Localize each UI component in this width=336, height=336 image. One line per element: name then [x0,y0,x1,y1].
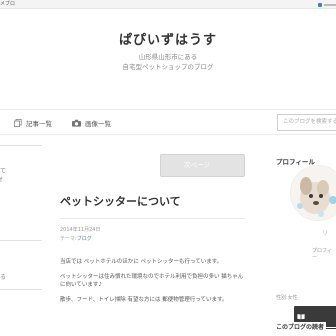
account-icon [318,3,322,7]
topbar-account-menu[interactable] [316,2,336,8]
divider [0,289,42,290]
post-theme-label: テーマ: [60,236,77,242]
blog-readers-heading: このブログの読者 [276,322,327,331]
post-body: 当店では ペットホテルのほかに ペットシッターも行っています。 ペットシッターは… [60,258,250,311]
divider [60,218,245,219]
post-paragraph: 当店では ペットホテルのほかに ペットシッターも行っています。 [60,259,223,265]
top-bar: メブロ [0,0,336,9]
divider [0,145,42,146]
blog-description: 山形県山形市にある 自宅型ペットショップのブログ [0,52,336,72]
camera-icon [72,119,81,127]
blog-nav: 記事一覧 画像一覧 このブログを検索する [0,109,336,135]
nav-articles-link[interactable]: 記事一覧 [14,118,52,128]
profile-avatar[interactable] [290,165,336,221]
account-name-placeholder [324,4,336,6]
left-sidebar-text: f [0,177,3,184]
divider [0,240,42,241]
nav-images-link[interactable]: 画像一覧 [72,118,111,128]
post-paragraph: ペットシッターは住み慣れた環境なのでホテル利用で負担の多い 猫ちゃん に向いてい… [60,274,244,288]
profile-name[interactable]: リ [322,228,328,237]
post-paragraph: 散歩、フード、トイレ掃除 有望な方には 郵便物管理行っています。 [60,297,228,303]
blog-description-line: 山形県山形市にある [138,53,198,61]
post-title[interactable]: ペットシッターについて [60,193,181,209]
left-sidebar-text: て [0,168,7,175]
blog-description-line: 自宅型ペットショップのブログ [122,63,214,71]
blog-search-input[interactable]: このブログを検索する [277,114,336,131]
nav-articles-label: 記事一覧 [26,120,52,128]
avatar-image [291,166,336,220]
post-theme-link[interactable]: ブログ [77,236,92,242]
next-page-button[interactable]: 次ページ [160,154,245,177]
post-theme: テーマ:ブログ [60,235,92,242]
topbar-brand[interactable]: メブロ [0,0,15,9]
left-sidebar-fragment: て f る [0,136,42,336]
document-copy-icon [14,119,22,127]
left-sidebar-text[interactable]: る [0,272,6,281]
profile-heading: プロフィール [276,158,315,166]
right-sidebar: プロフィール リ プロフィー 性別:女性 このブログの読者 [276,136,336,336]
profile-link[interactable]: プロフィー [312,247,336,261]
profile-gender: 性別:女性 [276,295,298,301]
nav-images-label: 画像一覧 [85,120,111,128]
blog-title[interactable]: ぱぴいずはうす [0,29,336,48]
book-icon [297,314,305,320]
post-date: 2014年11月24日 [60,227,101,233]
